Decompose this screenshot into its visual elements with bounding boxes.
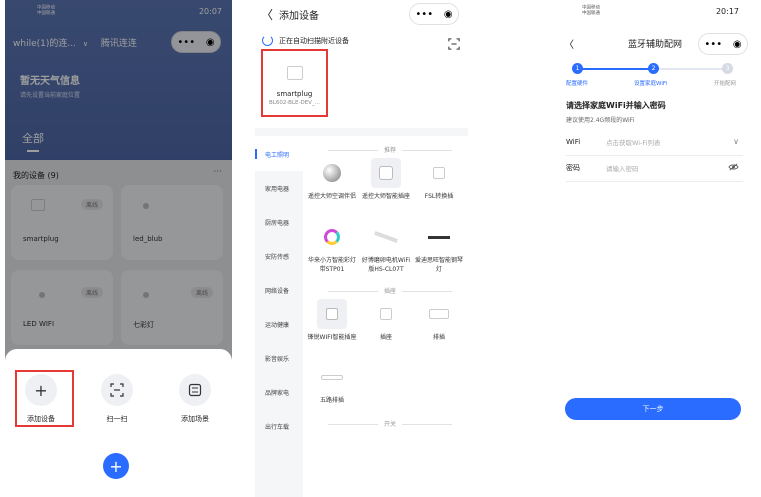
step-dot: 3 [722,63,733,74]
category-nav: 电工照明 家用电器 厨房电器 安防传感 网络设备 运动健康 影音娱乐 品牌家电 … [255,137,303,497]
close-icon[interactable]: ◉ [444,9,453,20]
home-screen: 中国移动 中国联通 20:07 while(1)的连... ∨ 腾讯连连 •••… [5,0,232,497]
back-icon[interactable]: 〈 [564,36,574,51]
wifi-label: WiFi [566,137,581,146]
mini-program-capsule[interactable]: ••• ◉ [409,3,459,25]
device-product-item[interactable]: 五路排插 [307,362,357,405]
step-label: 设置家庭WiFi [634,81,668,87]
smart-socket-icon [371,158,401,188]
section-header: 开关 [315,419,465,428]
curtain-motor-icon [371,222,401,252]
page-title: 蓝牙辅助配网 [628,40,683,50]
device-product-item[interactable]: 爱迪思旺智能钢琴灯 [414,222,464,274]
scene-icon [179,374,211,406]
step-dot: 2 [648,63,659,74]
add-device-screen: 〈 添加设备 ••• ◉ 正在自动扫描附近设备 smartplug BL602-… [255,0,468,497]
password-label: 密码 [566,163,580,172]
more-icon[interactable]: ••• [704,39,722,50]
category-item[interactable]: 电工照明 [255,137,303,171]
section-header: 插座 [315,286,465,295]
more-icon[interactable]: ••• [415,9,433,20]
form-heading: 请选择家庭WiFi并输入密码 [566,101,666,110]
action-sheet: + 添加设备 扫一扫 添加场景 [5,349,232,459]
clock: 20:17 [715,7,739,16]
light-strip-icon [317,222,347,252]
five-way-strip-icon [317,362,347,392]
password-field[interactable]: 密码 请输入密码 [566,154,743,182]
found-device-id: BL602-BLE-DEV_... [269,100,320,106]
password-placeholder: 请输入密码 [606,164,639,173]
plus-icon: + [109,456,123,476]
add-device-highlight [15,370,74,427]
device-product-item[interactable]: 锋锐WIFI智能插座 [307,299,357,342]
divider [255,128,468,136]
section-header: 推荐 [315,145,465,154]
step-dot: 1 [572,63,583,74]
socket-converter-icon [424,158,454,188]
category-item[interactable]: 安防传感 [255,239,303,273]
device-product-item[interactable]: 排插 [414,299,464,342]
status-bar: 中国移动 中国联通 20:17 [560,0,749,26]
device-product-item[interactable]: 插座 [361,299,411,342]
eye-off-icon[interactable] [728,162,739,173]
category-item[interactable]: 出行车载 [255,409,303,443]
found-device-card[interactable]: smartplug BL602-BLE-DEV_... [261,49,328,117]
category-item[interactable]: 运动健康 [255,307,303,341]
socket-icon [371,299,401,329]
device-product-item[interactable]: 遥控大师智能插座 [361,158,411,201]
back-icon[interactable]: 〈 [261,6,273,23]
carrier-text: 中国移动 中国联通 [582,5,601,16]
wifi-placeholder: 点击获取Wi-Fi列表 [606,138,661,147]
device-product-item[interactable]: 华来小方智能彩灯带STP01 [307,222,357,274]
ble-provision-screen: 中国移动 中国联通 20:17 〈 蓝牙辅助配网 ••• ◉ 1 2 3 配置硬… [560,0,749,497]
plug-icon [286,66,303,80]
wifi-socket-icon [317,299,347,329]
scan-icon [101,374,133,406]
close-icon[interactable]: ◉ [733,39,742,50]
fab-add-button[interactable]: + [103,453,129,479]
category-item[interactable]: 家用电器 [255,171,303,205]
device-product-item[interactable]: 好博磨卵电机WiFi版HS-CL07T [361,222,411,274]
power-strip-icon [424,299,454,329]
form-subheading: 建议使用2.4G频段的WiFi [566,117,635,124]
scanning-text: 正在自动扫描附近设备 [279,37,349,45]
step-line [654,68,728,70]
category-item[interactable]: 品牌家电 [255,375,303,409]
wifi-select-field[interactable]: WiFi 点击获取Wi-Fi列表 ∨ [566,128,743,156]
scanning-spinner-icon [262,35,273,46]
scan-button[interactable]: 扫一扫 [87,374,147,424]
category-item[interactable]: 影音娱乐 [255,341,303,375]
found-device-name: smartplug [276,90,313,98]
piano-lamp-icon [424,222,454,252]
step-label: 配置硬件 [566,81,589,87]
chevron-down-icon: ∨ [733,137,739,146]
step-line [578,68,654,70]
device-product-item[interactable]: FSL转换插 [414,158,464,201]
device-product-item[interactable]: 遥控大师空调伴侣 [307,158,357,201]
category-item[interactable]: 厨房电器 [255,205,303,239]
add-scene-button[interactable]: 添加场景 [165,374,225,424]
step-label: 开始配网 [714,81,737,87]
scan-icon[interactable] [448,35,460,54]
page-title: 添加设备 [279,11,319,22]
mini-program-capsule[interactable]: ••• ◉ [698,33,748,55]
ac-companion-icon [317,158,347,188]
category-item[interactable]: 网络设备 [255,273,303,307]
next-button[interactable]: 下一步 [565,398,741,420]
